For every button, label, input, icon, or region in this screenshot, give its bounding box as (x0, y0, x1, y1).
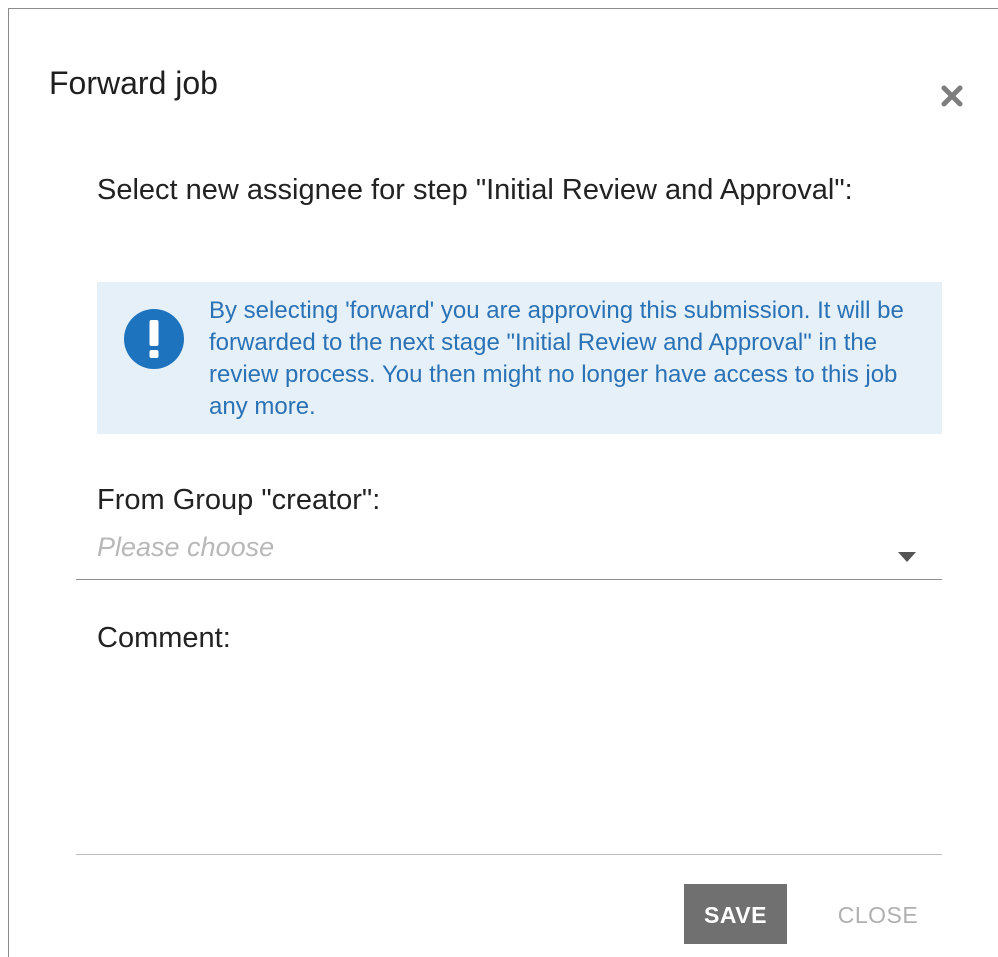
dialog-title: Forward job (49, 65, 218, 101)
info-message-box: By selecting 'forward' you are approving… (97, 282, 942, 434)
close-icon-svg (941, 85, 963, 107)
forward-job-dialog: Forward job Select new assignee for step… (8, 8, 998, 957)
caret-down-icon[interactable] (898, 549, 916, 562)
group-select-label: From Group "creator": (97, 484, 381, 516)
save-button[interactable]: SAVE (684, 884, 787, 944)
exclamation-circle-icon (123, 308, 185, 370)
comment-textarea[interactable] (76, 669, 942, 855)
assignee-select[interactable]: Please choose (76, 527, 942, 580)
assignee-select-placeholder: Please choose (97, 532, 275, 562)
comment-label: Comment: (97, 622, 231, 654)
close-button[interactable]: CLOSE (818, 884, 938, 944)
step-heading: Select new assignee for step "Initial Re… (97, 174, 853, 206)
close-icon[interactable] (939, 83, 965, 109)
info-message-text: By selecting 'forward' you are approving… (209, 297, 904, 420)
